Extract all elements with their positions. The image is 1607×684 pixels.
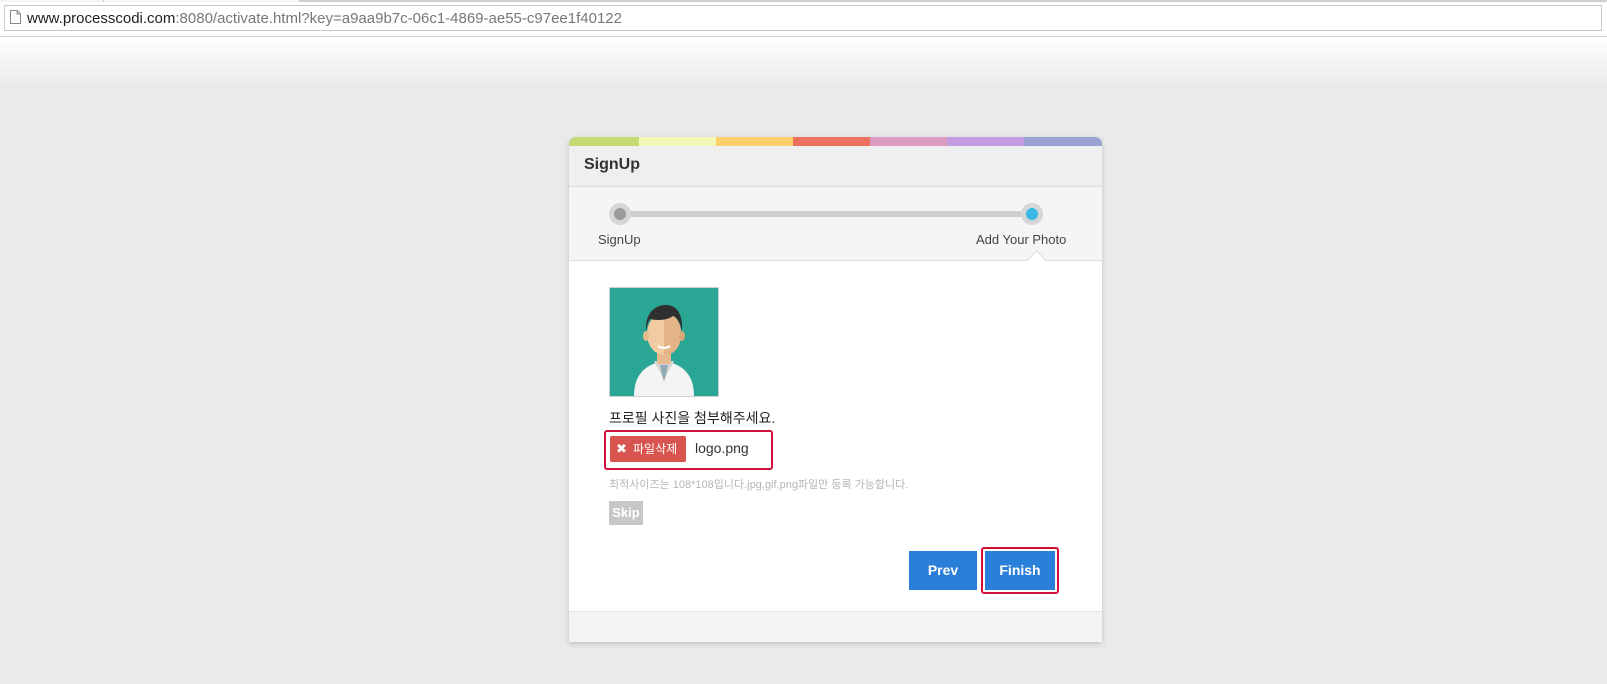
browser-address-bar: www.processcodi.com:8080/activate.html?k… — [0, 0, 1607, 37]
page-top-gradient — [0, 37, 1607, 87]
url-path: :8080/activate.html?key=a9aa9b7c-06c1-48… — [175, 10, 622, 27]
page-icon — [10, 10, 21, 24]
step-progress-track — [619, 211, 1033, 217]
user-avatar-icon — [610, 288, 718, 396]
uploaded-filename: logo.png — [695, 440, 749, 456]
dialog-header: SignUp — [569, 146, 1102, 187]
dialog-footer — [569, 611, 1102, 642]
color-stripe — [569, 137, 1102, 146]
uploaded-file-field: ✖ 파일삭제 logo.png — [604, 430, 773, 470]
finish-button[interactable]: Finish — [985, 551, 1055, 590]
delete-file-label: 파일삭제 — [633, 442, 678, 456]
dialog-title: SignUp — [584, 156, 640, 173]
signup-dialog: SignUp SignUp Add Your Photo 프로필 사진을 첨부해… — [569, 137, 1102, 642]
photo-prompt-text: 프로필 사진을 첨부해주세요. — [609, 410, 776, 426]
photo-size-hint: 최적사이즈는 108*108입니다.jpg,gif,png파일만 등록 가능합니… — [609, 479, 909, 491]
close-x-icon: ✖ — [616, 441, 627, 456]
finish-highlight: Finish — [981, 547, 1059, 594]
url-field[interactable]: www.processcodi.com:8080/activate.html?k… — [4, 5, 1602, 31]
step-label-signup: SignUp — [598, 232, 641, 247]
step-dot-signup — [609, 203, 631, 225]
step-label-add-photo: Add Your Photo — [976, 232, 1067, 247]
url-text: www.processcodi.com:8080/activate.html?k… — [27, 10, 622, 27]
progress-stepper: SignUp Add Your Photo — [569, 187, 1102, 269]
tab-strip-edge — [0, 0, 1607, 2]
url-host: www.processcodi.com — [27, 10, 176, 27]
profile-photo-preview — [609, 287, 719, 397]
step-dot-add-photo — [1021, 203, 1043, 225]
prev-button[interactable]: Prev — [909, 551, 977, 590]
skip-button[interactable]: Skip — [609, 501, 643, 525]
active-step-pointer — [1027, 250, 1046, 269]
delete-file-button[interactable]: ✖ 파일삭제 — [610, 436, 686, 462]
